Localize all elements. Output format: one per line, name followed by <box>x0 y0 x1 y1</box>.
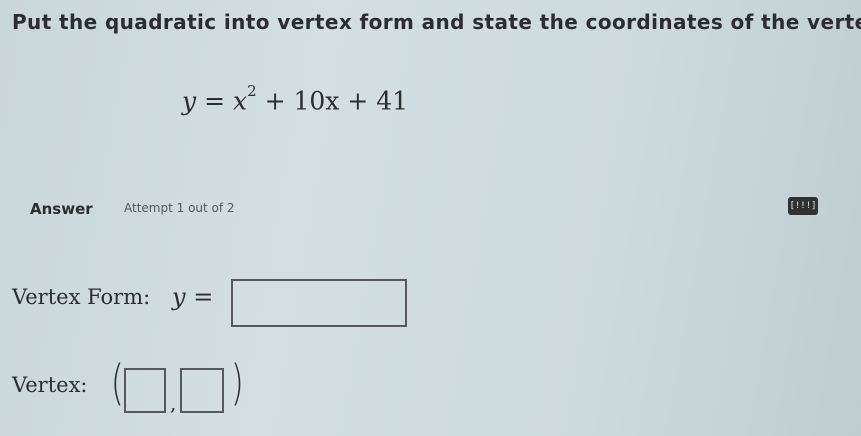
equation-x: x <box>232 86 248 116</box>
vertex-form-equals: = <box>193 283 214 311</box>
vertex-comma: , <box>170 391 177 415</box>
answer-label: Answer <box>30 200 93 218</box>
vertex-form-input[interactable] <box>231 279 407 327</box>
vertex-y-input[interactable] <box>180 368 224 413</box>
vertex-x-input[interactable] <box>124 368 166 413</box>
vertex-form-y: y <box>172 283 186 311</box>
question-prompt: Put the quadratic into vertex form and s… <box>12 10 861 34</box>
vertex-form-lhs: y = <box>172 283 213 311</box>
keypad-icon: [!!!] <box>789 200 817 211</box>
vertex-label: Vertex: <box>12 373 88 397</box>
vertex-open-paren: ( <box>110 355 124 411</box>
keypad-button[interactable]: [!!!] <box>788 197 818 215</box>
equation-equals: = <box>204 86 226 116</box>
vertex-close-paren: ) <box>230 355 244 411</box>
equation-rest: + 10x + 41 <box>264 86 409 116</box>
attempt-counter: Attempt 1 out of 2 <box>124 201 235 215</box>
quadratic-equation: y = x2 + 10x + 41 <box>182 82 409 116</box>
equation-lhs: y <box>182 86 197 116</box>
equation-exponent: 2 <box>247 82 257 100</box>
vertex-form-label: Vertex Form: <box>12 285 151 309</box>
